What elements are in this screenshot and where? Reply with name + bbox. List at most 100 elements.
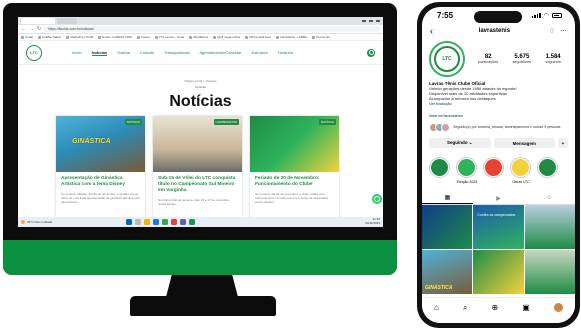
news-card[interactable]: NOTÍCIAS Feriado de 20 de Novembro: Func… bbox=[250, 116, 339, 227]
category-badge: CAMPEONATOS bbox=[213, 119, 239, 125]
minimize-icon[interactable] bbox=[362, 20, 366, 22]
bookmark-item[interactable]: Marketing | TeVB bbox=[66, 35, 93, 39]
tagged-tab-icon[interactable]: ☺ bbox=[524, 192, 575, 204]
nav-link[interactable]: Início bbox=[72, 50, 82, 56]
nav-link[interactable]: Galeria bbox=[117, 50, 130, 56]
add-user-icon[interactable]: + bbox=[558, 138, 568, 148]
post-thumbnail[interactable] bbox=[473, 250, 524, 294]
bookmark-item[interactable]: Canva bbox=[137, 35, 150, 39]
post-thumbnail[interactable] bbox=[422, 205, 473, 249]
reels-icon[interactable]: ▣ bbox=[522, 303, 530, 312]
highlight[interactable] bbox=[483, 157, 505, 184]
page-title: Notícias bbox=[169, 93, 232, 110]
highlight[interactable] bbox=[429, 157, 451, 184]
profile-link[interactable]: linktr.ee/lavrastenis bbox=[422, 111, 575, 120]
bookmark-item[interactable]: LinkBar Salton bbox=[37, 35, 61, 39]
app-taskbar-icon[interactable] bbox=[189, 219, 195, 225]
nav-link[interactable]: Estrutura bbox=[252, 50, 268, 56]
news-card-image[interactable]: NOTÍCIAS GINÁSTICA bbox=[56, 116, 145, 172]
bookmark-item[interactable]: Gmail bbox=[21, 35, 33, 39]
app-taskbar-icon[interactable] bbox=[171, 219, 177, 225]
post-thumbnail[interactable]: GINÁSTICA bbox=[422, 250, 473, 294]
site-nav: Início Notícias Galeria Contato Transparênci… bbox=[72, 50, 293, 56]
battery-icon bbox=[552, 12, 562, 18]
bookmark-item[interactable]: Minha Quill Fest bbox=[245, 35, 271, 39]
bookmark-item[interactable]: Labradoria - LARRA bbox=[276, 35, 307, 39]
post-thumbnail[interactable]: Confira os campeonatos bbox=[473, 205, 524, 249]
nav-link[interactable]: Agendamento/Cancelar bbox=[199, 50, 241, 56]
forward-arrow-icon[interactable]: → bbox=[29, 26, 34, 32]
nav-link[interactable]: Contato bbox=[140, 50, 154, 56]
windows-start-icon[interactable] bbox=[126, 219, 132, 225]
bookmark-item[interactable]: Email - LARRAS TRIN bbox=[98, 35, 132, 39]
create-icon[interactable]: ⊕ bbox=[492, 303, 499, 312]
nav-link[interactable]: Notícias bbox=[91, 50, 108, 56]
maximize-icon[interactable] bbox=[369, 20, 373, 22]
sun-icon bbox=[21, 220, 25, 224]
highlight[interactable] bbox=[537, 157, 559, 184]
search-icon[interactable] bbox=[367, 48, 375, 57]
see-translation-link[interactable]: Ver tradução bbox=[429, 101, 568, 106]
bookmark-label: Quill mega online bbox=[217, 35, 241, 39]
browser-taskbar-icon[interactable] bbox=[153, 219, 159, 225]
bookmark-icon bbox=[21, 35, 24, 39]
followed-by[interactable]: Seguido(a) por andreia_amaral, tamirispa… bbox=[422, 120, 575, 135]
news-card-title[interactable]: Sub-15 de Vôlei do LTC conquista título … bbox=[158, 176, 237, 194]
news-card-title[interactable]: Feriado de 20 de Novembro: Funcionamento… bbox=[255, 176, 334, 188]
bookmark-item[interactable]: Quill mega online bbox=[213, 35, 240, 39]
browser-tab-active[interactable] bbox=[21, 18, 55, 24]
profile-icon[interactable] bbox=[553, 303, 563, 312]
news-card-image[interactable]: NOTÍCIAS bbox=[250, 116, 339, 172]
search-taskbar-icon[interactable] bbox=[135, 219, 141, 225]
following-button[interactable]: Seguindo ⌄ bbox=[429, 138, 491, 148]
bookmark-item[interactable]: Outros fav bbox=[312, 35, 330, 39]
bookmark-icon bbox=[98, 35, 102, 39]
highlight[interactable]: Obras LTC bbox=[510, 157, 532, 184]
close-icon[interactable] bbox=[376, 20, 380, 22]
message-button[interactable]: Mensagem bbox=[493, 138, 555, 148]
bookmark-label: Marketing | TeVB bbox=[70, 35, 94, 39]
post-thumbnail[interactable] bbox=[524, 205, 575, 249]
clock-date: 20/11/2024 bbox=[365, 221, 380, 225]
profile-header: ‹ lavrastenis ♢ ⋯ bbox=[422, 23, 575, 39]
app-taskbar-icon[interactable] bbox=[162, 219, 168, 225]
highlight[interactable]: Eleição 2024 bbox=[456, 157, 478, 184]
category-badge: NOTÍCIAS bbox=[124, 119, 142, 125]
stat-label: seguindo bbox=[545, 60, 561, 64]
post-thumbnail[interactable] bbox=[524, 250, 575, 294]
bookmark-label: Outros fav bbox=[316, 35, 330, 39]
back-icon[interactable]: ‹ bbox=[430, 26, 440, 36]
news-card[interactable]: NOTÍCIAS GINÁSTICA Apresentação de Ginás… bbox=[56, 116, 145, 227]
stat-following[interactable]: 1.584 seguindo bbox=[545, 54, 560, 64]
home-icon[interactable]: ⌂ bbox=[434, 303, 439, 312]
reload-icon[interactable]: ↻ bbox=[37, 26, 41, 32]
bookmark-item[interactable]: WordPress bbox=[189, 35, 208, 39]
system-clock[interactable]: 11:32 20/11/2024 bbox=[365, 218, 380, 225]
address-bar[interactable]: https://ltcclub.com.br/noticias/ bbox=[44, 26, 380, 32]
stat-posts[interactable]: 82 publicações bbox=[478, 54, 498, 64]
more-icon[interactable]: ⋯ bbox=[560, 27, 567, 35]
club-logo[interactable]: LTC bbox=[26, 44, 42, 61]
news-card[interactable]: CAMPEONATOS Sub-15 de Vôlei do LTC conqu… bbox=[153, 116, 242, 227]
notifications-icon[interactable]: ♢ bbox=[549, 27, 555, 35]
browser-tab[interactable] bbox=[57, 18, 77, 24]
reels-tab-icon[interactable]: ▶ bbox=[473, 192, 524, 204]
whatsapp-icon[interactable] bbox=[372, 194, 382, 204]
news-card-title[interactable]: Apresentação de Ginástica Artística com … bbox=[61, 176, 140, 188]
app-taskbar-icon[interactable] bbox=[180, 219, 186, 225]
monitor-neck bbox=[166, 275, 238, 297]
followed-by-text: Seguido(a) por andreia_amaral, tamirispa… bbox=[453, 125, 561, 130]
nav-link[interactable]: Horários bbox=[278, 50, 293, 56]
search-icon[interactable]: ⌕ bbox=[463, 303, 467, 313]
file-explorer-icon[interactable] bbox=[144, 219, 150, 225]
grid-tab-icon[interactable]: ▦ bbox=[422, 192, 473, 204]
stat-followers[interactable]: 5.675 seguidores bbox=[513, 54, 532, 64]
news-card-image[interactable]: CAMPEONATOS bbox=[153, 116, 242, 172]
profile-avatar[interactable]: LTC bbox=[429, 41, 465, 77]
nav-link[interactable]: Transparência bbox=[164, 50, 189, 56]
desktop-monitor: ← → ↻ https://ltcclub.com.br/noticias/ G… bbox=[3, 3, 397, 275]
smartphone: 7:55 ◠ ‹ lavrastenis ♢ ⋯ LTC 82 publicaç… bbox=[417, 2, 580, 328]
bookmark-item[interactable]: LTC Leonor - Onde bbox=[154, 35, 184, 39]
weather-widget[interactable]: 25°C Parc nublado bbox=[21, 220, 52, 224]
back-arrow-icon[interactable]: ← bbox=[21, 26, 26, 32]
